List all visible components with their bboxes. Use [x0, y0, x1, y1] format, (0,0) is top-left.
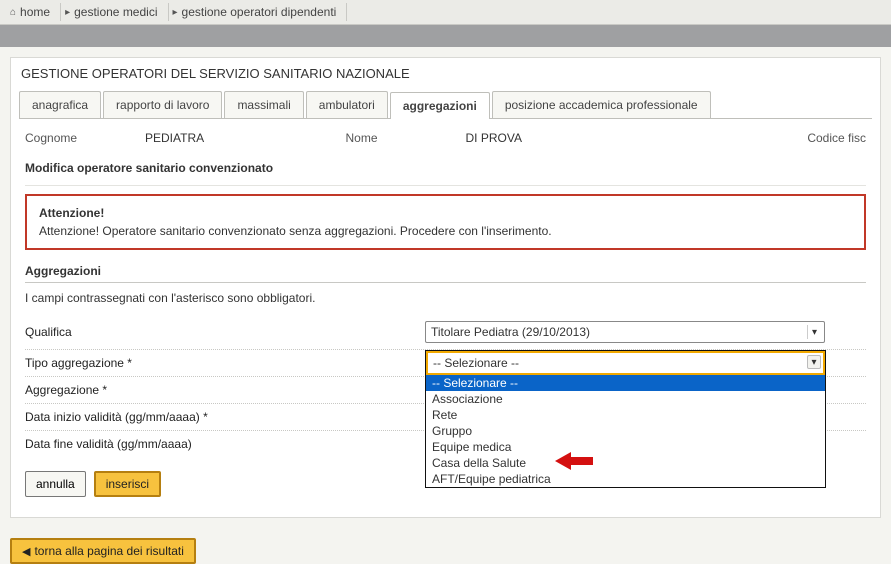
operator-info-row: Cognome PEDIATRA Nome DI PROVA Codice fi…: [25, 127, 866, 155]
tipo-aggregazione-dropdown: -- Selezionare -- ▾ -- Selezionare -- As…: [425, 350, 826, 488]
dropdown-list: -- Selezionare -- Associazione Rete Grup…: [426, 375, 825, 487]
qualifica-selected: Titolare Pediatra (29/10/2013): [431, 325, 590, 339]
tipo-aggregazione-label: Tipo aggregazione *: [25, 356, 425, 370]
tab-rapporto[interactable]: rapporto di lavoro: [103, 91, 222, 118]
aggregazione-label: Aggregazione *: [25, 383, 425, 397]
breadcrumb-gestione-operatori[interactable]: ▸ gestione operatori dipendenti: [169, 3, 348, 21]
alert-box: Attenzione! Attenzione! Operatore sanita…: [25, 194, 866, 250]
qualifica-select[interactable]: Titolare Pediatra (29/10/2013) ▾: [425, 321, 825, 343]
group-heading: Aggregazioni: [25, 264, 866, 283]
back-button-label: torna alla pagina dei risultati: [34, 544, 183, 558]
section-title: Modifica operatore sanitario convenziona…: [25, 155, 866, 186]
tab-massimali[interactable]: massimali: [224, 91, 303, 118]
nome-label: Nome: [346, 131, 466, 145]
tab-posizione[interactable]: posizione accademica professionale: [492, 91, 711, 118]
data-fine-label: Data fine validità (gg/mm/aaaa): [25, 437, 425, 451]
header-divider: [0, 25, 891, 47]
dropdown-item-gruppo[interactable]: Gruppo: [426, 423, 825, 439]
required-note: I campi contrassegnati con l'asterisco s…: [25, 291, 866, 315]
tab-content: Cognome PEDIATRA Nome DI PROVA Codice fi…: [19, 118, 872, 509]
chevron-right-icon: ▸: [65, 7, 70, 18]
tab-anagrafica[interactable]: anagrafica: [19, 91, 101, 118]
qualifica-label: Qualifica: [25, 325, 425, 339]
arrow-left-icon: ◀: [22, 545, 30, 558]
chevron-right-icon: ▸: [173, 7, 178, 18]
form-row-qualifica: Qualifica Titolare Pediatra (29/10/2013)…: [25, 315, 866, 350]
main-panel: GESTIONE OPERATORI DEL SERVIZIO SANITARI…: [10, 57, 881, 518]
annulla-button[interactable]: annulla: [25, 471, 86, 497]
panel-title: GESTIONE OPERATORI DEL SERVIZIO SANITARI…: [11, 58, 880, 91]
breadcrumb-home-label: home: [20, 5, 50, 19]
tab-ambulatori[interactable]: ambulatori: [306, 91, 388, 118]
tipo-aggregazione-selected: -- Selezionare --: [433, 356, 519, 370]
tab-bar: anagrafica rapporto di lavoro massimali …: [11, 91, 880, 118]
tipo-aggregazione-select[interactable]: -- Selezionare -- ▾: [426, 351, 825, 375]
chevron-down-icon: ▾: [807, 355, 821, 369]
dropdown-item-aft-equipe-pediatrica[interactable]: AFT/Equipe pediatrica: [426, 471, 825, 487]
form-row-tipo-aggregazione: Tipo aggregazione * -- Selezionare -- ▾ …: [25, 350, 866, 377]
breadcrumb: ⌂ home ▸ gestione medici ▸ gestione oper…: [0, 0, 891, 25]
dropdown-item-equipe-medica[interactable]: Equipe medica: [426, 439, 825, 455]
footer-button-bar: ◀ torna alla pagina dei risultati: [10, 538, 891, 564]
data-inizio-label: Data inizio validità (gg/mm/aaaa) *: [25, 410, 425, 424]
cognome-value: PEDIATRA: [145, 131, 345, 145]
back-to-results-button[interactable]: ◀ torna alla pagina dei risultati: [10, 538, 196, 564]
home-icon: ⌂: [10, 7, 16, 18]
dropdown-item-rete[interactable]: Rete: [426, 407, 825, 423]
breadcrumb-item-label: gestione operatori dipendenti: [182, 5, 337, 19]
breadcrumb-item-label: gestione medici: [74, 5, 157, 19]
dropdown-item-selezionare[interactable]: -- Selezionare --: [426, 375, 825, 391]
inserisci-button[interactable]: inserisci: [94, 471, 161, 497]
alert-body: Attenzione! Operatore sanitario convenzi…: [39, 224, 852, 238]
dropdown-item-casa-salute[interactable]: Casa della Salute: [426, 455, 825, 471]
breadcrumb-gestione-medici[interactable]: ▸ gestione medici: [61, 3, 168, 21]
alert-title: Attenzione!: [39, 206, 852, 220]
tab-aggregazioni[interactable]: aggregazioni: [390, 92, 490, 119]
cognome-label: Cognome: [25, 131, 145, 145]
nome-value: DI PROVA: [466, 131, 666, 145]
chevron-down-icon: ▾: [807, 325, 821, 339]
dropdown-item-associazione[interactable]: Associazione: [426, 391, 825, 407]
codice-fiscale-label: Codice fisc: [666, 131, 866, 145]
breadcrumb-home[interactable]: ⌂ home: [6, 3, 61, 21]
